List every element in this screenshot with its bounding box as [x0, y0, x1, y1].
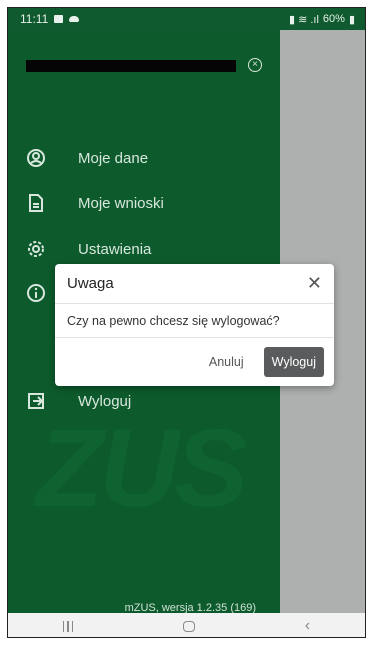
- dialog-title: Uwaga: [67, 275, 114, 292]
- menu-item-label: Moje wnioski: [78, 194, 164, 212]
- user-circle-icon: [26, 148, 46, 168]
- status-right: ▮ ≋ .ıl 60% ▮: [289, 13, 355, 26]
- menu-item-label: Ustawienia: [78, 240, 152, 258]
- dialog-header: Uwaga ✕: [55, 264, 334, 304]
- status-time: 11:11: [20, 12, 49, 26]
- battery-level: 60%: [322, 13, 345, 25]
- gear-icon: [26, 239, 46, 259]
- dialog-footer: Anuluj Wyloguj: [55, 338, 334, 386]
- document-icon: [26, 193, 46, 213]
- menu-item-label: Moje dane: [78, 149, 149, 167]
- menu-item-moje-dane[interactable]: Moje dane: [26, 148, 148, 168]
- menu-item-moje-wnioski[interactable]: Moje wnioski: [26, 193, 164, 213]
- home-icon[interactable]: [183, 620, 196, 632]
- app-version: mZUS, wersja 1.2.35 (169): [124, 602, 256, 613]
- close-icon[interactable]: ✕: [307, 273, 322, 294]
- redacted-user-name: [26, 60, 236, 72]
- status-left: 11:11: [20, 12, 80, 26]
- logout-confirm-dialog: Uwaga ✕ Czy na pewno chcesz się wylogowa…: [55, 264, 334, 386]
- close-drawer-icon[interactable]: ×: [248, 58, 262, 72]
- status-bar: 11:11 ▮ ≋ .ıl 60% ▮: [8, 8, 365, 30]
- recent-apps-icon[interactable]: [62, 620, 74, 632]
- android-nav-bar: ‹: [8, 613, 365, 637]
- zus-watermark-logo: ZUS: [36, 407, 248, 530]
- back-icon[interactable]: ‹: [305, 617, 310, 635]
- battery-icon: ▮: [348, 13, 355, 26]
- info-icon: [26, 283, 46, 303]
- cancel-button[interactable]: Anuluj: [203, 354, 250, 370]
- logout-button[interactable]: Wyloguj: [263, 347, 324, 377]
- menu-item-ustawienia[interactable]: Ustawienia: [26, 239, 151, 259]
- signal-icons: ▮ ≋ .ıl: [288, 13, 319, 26]
- gallery-notification-icon: [54, 15, 64, 23]
- dialog-message: Czy na pewno chcesz się wylogować?: [55, 304, 334, 338]
- cloud-notification-icon: [69, 16, 80, 22]
- phone-screen: 11:11 ▮ ≋ .ıl 60% ▮ × Moje dane Moje wni…: [7, 7, 366, 638]
